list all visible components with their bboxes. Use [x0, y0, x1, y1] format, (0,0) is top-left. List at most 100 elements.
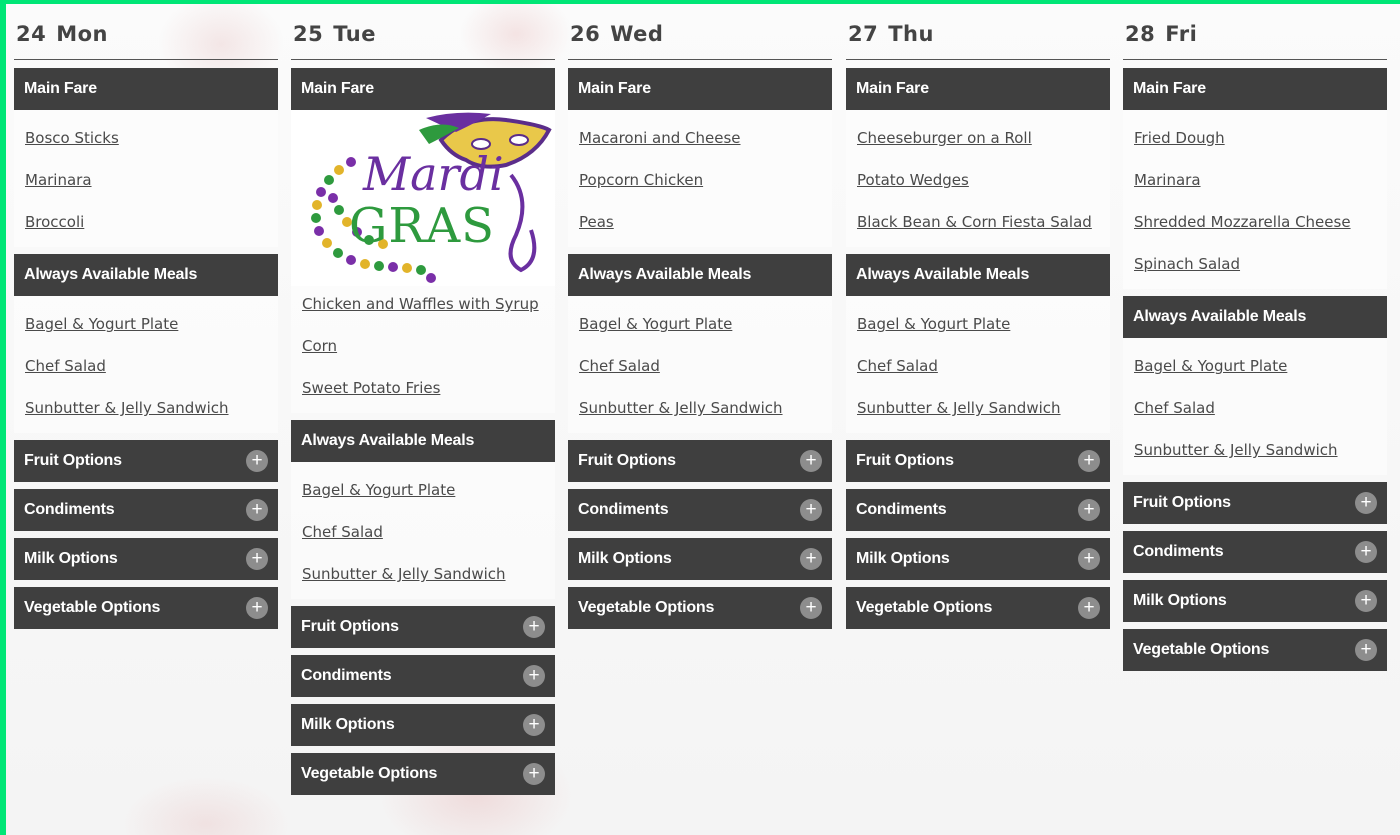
- main-fare-header: Main Fare: [1123, 68, 1387, 110]
- main-fare-header: Main Fare: [568, 68, 832, 110]
- day-name: Wed: [610, 22, 664, 46]
- menu-item-link[interactable]: Bagel & Yogurt Plate: [568, 314, 832, 335]
- menu-item-link[interactable]: Chef Salad: [1123, 398, 1387, 419]
- day-number: 25: [293, 22, 324, 46]
- menu-item-link[interactable]: Sunbutter & Jelly Sandwich: [291, 564, 555, 585]
- section-label: Vegetable Options: [301, 765, 438, 782]
- menu-item-link[interactable]: Chef Salad: [568, 356, 832, 377]
- always-available-list: Bagel & Yogurt Plate Chef Salad Sunbutte…: [1123, 338, 1387, 475]
- menu-item-link[interactable]: Sunbutter & Jelly Sandwich: [846, 398, 1110, 419]
- vegetable-options-accordion[interactable]: Vegetable Options +: [846, 587, 1110, 629]
- plus-icon[interactable]: +: [800, 597, 822, 619]
- section-label: Condiments: [856, 501, 947, 518]
- condiments-accordion[interactable]: Condiments +: [568, 489, 832, 531]
- always-available-header: Always Available Meals: [14, 254, 278, 296]
- plus-icon[interactable]: +: [523, 616, 545, 638]
- condiments-accordion[interactable]: Condiments +: [14, 489, 278, 531]
- menu-item-link[interactable]: Sunbutter & Jelly Sandwich: [1123, 440, 1387, 461]
- plus-icon[interactable]: +: [523, 714, 545, 736]
- milk-options-accordion[interactable]: Milk Options +: [846, 538, 1110, 580]
- plus-icon[interactable]: +: [1355, 590, 1377, 612]
- section-label: Always Available Meals: [578, 266, 752, 283]
- menu-item-link[interactable]: Sunbutter & Jelly Sandwich: [568, 398, 832, 419]
- day-number: 24: [16, 22, 47, 46]
- section-label: Fruit Options: [578, 452, 676, 469]
- section-label: Vegetable Options: [856, 599, 993, 616]
- menu-item-link[interactable]: Bagel & Yogurt Plate: [846, 314, 1110, 335]
- menu-item-link[interactable]: Bosco Sticks: [14, 128, 278, 149]
- plus-icon[interactable]: +: [800, 450, 822, 472]
- plus-icon[interactable]: +: [1355, 492, 1377, 514]
- plus-icon[interactable]: +: [1355, 541, 1377, 563]
- fruit-options-accordion[interactable]: Fruit Options +: [846, 440, 1110, 482]
- menu-item-link[interactable]: Marinara: [1123, 170, 1387, 191]
- condiments-accordion[interactable]: Condiments +: [291, 655, 555, 697]
- menu-item-link[interactable]: Fried Dough: [1123, 128, 1387, 149]
- section-label: Fruit Options: [24, 452, 122, 469]
- menu-item-link[interactable]: Sweet Potato Fries: [291, 378, 555, 399]
- menu-item-link[interactable]: Cheeseburger on a Roll: [846, 128, 1110, 149]
- menu-item-link[interactable]: Chef Salad: [846, 356, 1110, 377]
- menu-item-link[interactable]: Corn: [291, 336, 555, 357]
- always-available-list: Bagel & Yogurt Plate Chef Salad Sunbutte…: [568, 296, 832, 433]
- section-label: Always Available Meals: [1133, 308, 1307, 325]
- plus-icon[interactable]: +: [1078, 499, 1100, 521]
- day-column-tue: 25 Tue Main Fare Mardi GRAS Chicken and …: [291, 4, 555, 795]
- section-label: Main Fare: [1133, 80, 1206, 97]
- menu-item-link[interactable]: Macaroni and Cheese: [568, 128, 832, 149]
- menu-item-link[interactable]: Spinach Salad: [1123, 254, 1387, 275]
- fruit-options-accordion[interactable]: Fruit Options +: [568, 440, 832, 482]
- plus-icon[interactable]: +: [246, 597, 268, 619]
- menu-item-link[interactable]: Shredded Mozzarella Cheese: [1123, 212, 1387, 233]
- menu-item-link[interactable]: Bagel & Yogurt Plate: [1123, 356, 1387, 377]
- menu-item-link[interactable]: Marinara: [14, 170, 278, 191]
- menu-item-link[interactable]: Potato Wedges: [846, 170, 1110, 191]
- day-column-fri: 28 Fri Main Fare Fried Dough Marinara Shr…: [1123, 4, 1387, 671]
- menu-item-link[interactable]: Bagel & Yogurt Plate: [14, 314, 278, 335]
- plus-icon[interactable]: +: [246, 450, 268, 472]
- section-label: Main Fare: [301, 80, 374, 97]
- menu-item-link[interactable]: Broccoli: [14, 212, 278, 233]
- fruit-options-accordion[interactable]: Fruit Options +: [14, 440, 278, 482]
- menu-item-link[interactable]: Sunbutter & Jelly Sandwich: [14, 398, 278, 419]
- menu-item-link[interactable]: Popcorn Chicken: [568, 170, 832, 191]
- milk-options-accordion[interactable]: Milk Options +: [14, 538, 278, 580]
- mardi-gras-image: Mardi GRAS: [291, 110, 555, 286]
- vegetable-options-accordion[interactable]: Vegetable Options +: [291, 753, 555, 795]
- plus-icon[interactable]: +: [800, 499, 822, 521]
- plus-icon[interactable]: +: [800, 548, 822, 570]
- menu-item-link[interactable]: Chef Salad: [291, 522, 555, 543]
- fruit-options-accordion[interactable]: Fruit Options +: [1123, 482, 1387, 524]
- day-header: 26 Wed: [568, 4, 832, 60]
- plus-icon[interactable]: +: [523, 763, 545, 785]
- menu-item-link[interactable]: Chef Salad: [14, 356, 278, 377]
- plus-icon[interactable]: +: [1078, 597, 1100, 619]
- condiments-accordion[interactable]: Condiments +: [846, 489, 1110, 531]
- plus-icon[interactable]: +: [1078, 548, 1100, 570]
- day-header: 25 Tue: [291, 4, 555, 60]
- milk-options-accordion[interactable]: Milk Options +: [568, 538, 832, 580]
- vegetable-options-accordion[interactable]: Vegetable Options +: [1123, 629, 1387, 671]
- milk-options-accordion[interactable]: Milk Options +: [291, 704, 555, 746]
- plus-icon[interactable]: +: [1355, 639, 1377, 661]
- day-column-wed: 26 Wed Main Fare Macaroni and Cheese Popc…: [568, 4, 832, 629]
- menu-item-link[interactable]: Black Bean & Corn Fiesta Salad: [846, 212, 1110, 233]
- day-header: 24 Mon: [14, 4, 278, 60]
- plus-icon[interactable]: +: [523, 665, 545, 687]
- menu-item-link[interactable]: Chicken and Waffles with Syrup: [291, 294, 555, 315]
- day-name: Mon: [56, 22, 109, 46]
- menu-item-link[interactable]: Bagel & Yogurt Plate: [291, 480, 555, 501]
- menu-item-link[interactable]: Peas: [568, 212, 832, 233]
- plus-icon[interactable]: +: [246, 548, 268, 570]
- day-name: Fri: [1165, 22, 1198, 46]
- plus-icon[interactable]: +: [246, 499, 268, 521]
- milk-options-accordion[interactable]: Milk Options +: [1123, 580, 1387, 622]
- condiments-accordion[interactable]: Condiments +: [1123, 531, 1387, 573]
- fruit-options-accordion[interactable]: Fruit Options +: [291, 606, 555, 648]
- menu-calendar: 24 Mon Main Fare Bosco Sticks Marinara Br…: [6, 4, 1400, 835]
- plus-icon[interactable]: +: [1078, 450, 1100, 472]
- day-column-mon: 24 Mon Main Fare Bosco Sticks Marinara Br…: [14, 4, 278, 629]
- vegetable-options-accordion[interactable]: Vegetable Options +: [568, 587, 832, 629]
- vegetable-options-accordion[interactable]: Vegetable Options +: [14, 587, 278, 629]
- section-label: Main Fare: [578, 80, 651, 97]
